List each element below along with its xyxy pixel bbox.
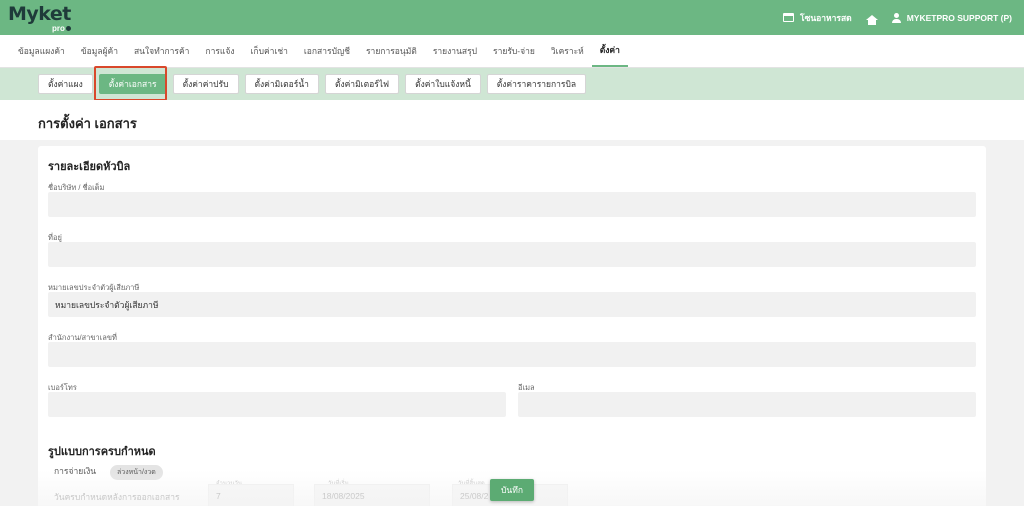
main-nav: ข้อมูลแผงค้า ข้อมูลผู้ค้า สนใจทำการค้า ก…	[0, 35, 1024, 68]
nav-item-vendors[interactable]: ข้อมูลผู้ค้า	[73, 35, 126, 67]
nav-item-accounting-docs[interactable]: เอกสารบัญชี	[296, 35, 358, 67]
nav-item-notifications[interactable]: การแจ้ง	[197, 35, 242, 67]
start-date-input[interactable]: 18/08/2025	[314, 484, 430, 506]
phone-field[interactable]	[48, 392, 506, 417]
save-button[interactable]: บันทึก	[490, 479, 534, 501]
branch-field[interactable]	[48, 342, 976, 367]
address-field[interactable]	[48, 242, 976, 267]
home-icon	[865, 15, 878, 25]
nav-item-reports[interactable]: รายงานสรุป	[425, 35, 485, 67]
invoice-header-section-title: รายละเอียดหัวบิล	[48, 161, 131, 173]
nav-item-stalls[interactable]: ข้อมูลแผงค้า	[10, 35, 73, 67]
top-bar: Myket pro โซนอาหารสด MYKETPRO SUPPORT (P…	[0, 0, 1024, 35]
nav-item-analysis[interactable]: วิเคราะห์	[543, 35, 592, 67]
nav-item-settings[interactable]: ตั้งค่า	[591, 35, 628, 67]
tab-document-settings[interactable]: ตั้งค่าเอกสาร	[98, 74, 167, 94]
tab-fine-settings[interactable]: ตั้งค่าค่าปรับ	[172, 74, 239, 94]
store-selector[interactable]: โซนอาหารสด	[783, 11, 852, 25]
logo-sub: pro	[52, 24, 71, 33]
tab-stall-settings[interactable]: ตั้งค่าแผง	[38, 74, 93, 94]
settings-sub-nav: ตั้งค่าแผง ตั้งค่าเอกสาร ตั้งค่าค่าปรับ …	[0, 68, 1024, 100]
store-icon	[783, 13, 794, 22]
tab-invoice-settings[interactable]: ตั้งค่าใบแจ้งหนี้	[405, 74, 481, 94]
company-name-field[interactable]	[48, 192, 976, 217]
due-text: วันครบกำหนดหลังการออกเอกสาร	[54, 492, 180, 502]
email-field[interactable]	[518, 392, 976, 417]
top-right-menu: โซนอาหารสด MYKETPRO SUPPORT (P)	[783, 11, 1012, 25]
myket-pro-logo[interactable]: Myket pro	[8, 2, 78, 34]
tab-water-meter-settings[interactable]: ตั้งค่ามิเตอร์น้ำ	[244, 74, 319, 94]
title-bar: การตั้งค่า เอกสาร	[0, 100, 1024, 140]
nav-item-income-expense[interactable]: รายรับ-จ่าย	[485, 35, 543, 67]
home-button[interactable]	[865, 15, 878, 25]
tax-id-field[interactable]: หมายเลขประจำตัวผู้เสียภาษี	[48, 292, 976, 317]
tab-bill-item-price-settings[interactable]: ตั้งค่าราคารายการบิล	[486, 74, 587, 94]
logo-text: Myket	[8, 2, 71, 25]
user-label: MYKETPRO SUPPORT (P)	[906, 12, 1012, 23]
nav-item-rent-collection[interactable]: เก็บค่าเช่า	[243, 35, 296, 67]
nav-item-interested[interactable]: สนใจทำการค้า	[126, 35, 197, 67]
days-input[interactable]: 7	[208, 484, 294, 506]
settings-card: รายละเอียดหัวบิล ชื่อบริษัท / ชื่อเต็ม ท…	[38, 146, 986, 506]
tab-electric-meter-settings[interactable]: ตั้งค่ามิเตอร์ไฟ	[324, 74, 400, 94]
payment-mode-chip[interactable]: ล่วงหน้า/งวด	[110, 465, 163, 480]
nav-item-approvals[interactable]: รายการอนุมัติ	[358, 35, 425, 67]
page-title: การตั้งค่า เอกสาร	[38, 116, 137, 131]
user-icon	[891, 12, 901, 23]
payment-label: การจ่ายเงิน	[54, 466, 97, 476]
user-menu[interactable]: MYKETPRO SUPPORT (P)	[891, 12, 1012, 23]
store-label: โซนอาหารสด	[800, 12, 852, 23]
due-format-section-title: รูปแบบการครบกำหนด	[48, 446, 156, 458]
